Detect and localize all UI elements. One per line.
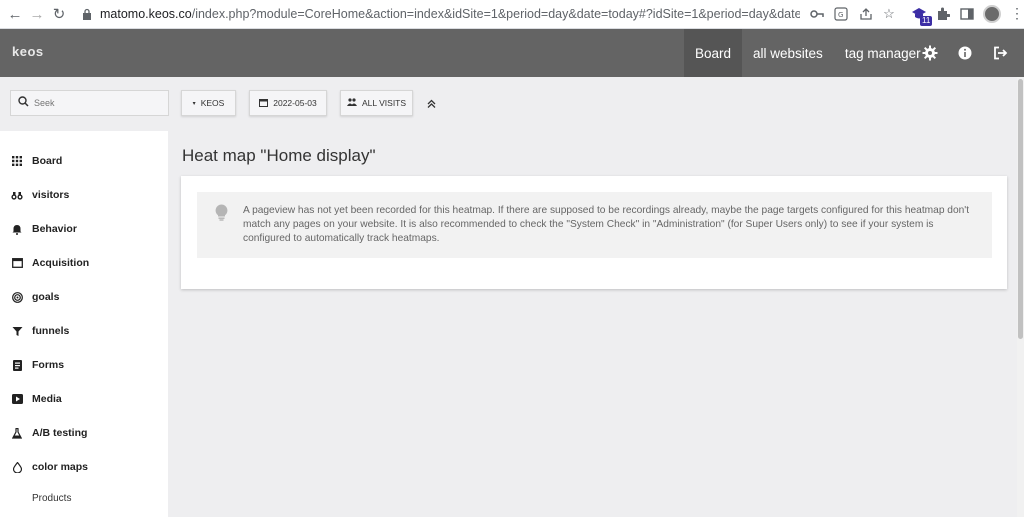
sidebar-item-board[interactable]: Board <box>10 151 62 171</box>
svg-text:G: G <box>838 11 843 19</box>
sidebar-item-label: A/B testing <box>32 427 88 439</box>
sidebar-item-funnels[interactable]: funnels <box>10 321 69 341</box>
caret-down-icon: ▾ <box>192 100 196 107</box>
sidebar-item-label: visitors <box>32 189 70 201</box>
page-title: Heat map "Home display" <box>182 146 376 165</box>
search-input[interactable] <box>34 98 154 108</box>
media-icon <box>10 392 24 406</box>
nav-tag-manager[interactable]: tag manager <box>834 29 932 77</box>
extension-badge: 11 <box>920 16 933 26</box>
sidebar-item-label: funnels <box>32 325 70 337</box>
share-icon[interactable] <box>856 4 876 24</box>
sidebar-item-label: Board <box>32 155 63 167</box>
search-icon <box>18 94 29 112</box>
bookmark-star-icon[interactable]: ☆ <box>879 4 899 24</box>
page-scrollbar[interactable] <box>1017 77 1024 517</box>
top-navigation: Board all websites tag manager <box>684 29 932 77</box>
extensions-puzzle-icon[interactable] <box>933 4 953 24</box>
reload-icon[interactable]: ↻ <box>48 3 70 25</box>
sidebar-item-label: Forms <box>32 359 65 371</box>
logout-icon[interactable] <box>989 42 1011 64</box>
url-path: /index.php?module=CoreHome&action=index&… <box>191 7 800 21</box>
settings-gear-icon[interactable] <box>919 42 941 64</box>
segment-selector-label: ALL VISITS <box>361 98 407 108</box>
sidebar-item-acquisition[interactable]: Acquisition <box>10 253 89 273</box>
browser-window-icon <box>10 256 24 270</box>
sidebar-item-forms[interactable]: Forms <box>10 355 64 375</box>
info-icon[interactable] <box>954 42 976 64</box>
sidebar-item-behavior[interactable]: Behavior <box>10 219 77 239</box>
browser-toolbar: ← → ↻ matomo.keos.co/index.php?module=Co… <box>0 0 1024 29</box>
forward-arrow-icon[interactable]: → <box>26 3 48 25</box>
info-notice: A pageview has not yet been recorded for… <box>197 192 992 258</box>
url-host: matomo.keos.co <box>100 7 192 21</box>
sidebar-item-ab-testing[interactable]: A/B testing <box>10 423 87 443</box>
calendar-icon <box>259 98 269 109</box>
form-icon <box>10 358 24 372</box>
collapse-up-icon[interactable] <box>424 96 438 110</box>
sidebar-item-label: Media <box>32 393 62 405</box>
lock-icon[interactable] <box>82 7 94 21</box>
date-selector[interactable]: 2022-05-03 <box>249 90 327 116</box>
sidebar-item-goals[interactable]: goals <box>10 287 59 307</box>
sidebar-item-color-maps[interactable]: color maps <box>10 457 88 477</box>
lightbulb-icon <box>215 204 229 222</box>
notice-message: A pageview has not yet been recorded for… <box>243 205 970 244</box>
sidebar-menu: Board visitors Behavior Acquisition goal… <box>0 131 168 517</box>
address-bar[interactable]: matomo.keos.co/index.php?module=CoreHome… <box>100 7 800 21</box>
back-arrow-icon[interactable]: ← <box>4 3 26 25</box>
nav-board[interactable]: Board <box>684 29 743 77</box>
sidebar-item-label: goals <box>32 291 60 303</box>
sidebar-item-label: color maps <box>32 461 89 473</box>
search-box[interactable] <box>10 90 169 116</box>
drop-icon <box>10 460 24 474</box>
segment-selector[interactable]: ALL VISITS <box>340 90 413 116</box>
sidebar-item-label: Acquisition <box>32 257 90 269</box>
users-icon <box>346 98 357 108</box>
app-logo[interactable]: keos <box>12 44 44 59</box>
flask-icon <box>10 426 24 440</box>
translate-icon[interactable]: G <box>831 4 851 24</box>
key-icon[interactable] <box>807 4 827 24</box>
date-selector-label: 2022-05-03 <box>273 98 317 108</box>
profile-avatar[interactable] <box>983 5 1001 23</box>
sidebar-subitem-products[interactable]: Products <box>32 493 71 504</box>
bell-icon <box>10 222 24 236</box>
scrollbar-thumb[interactable] <box>1018 79 1023 339</box>
app-header: keos Board all websites tag manager <box>0 29 1024 77</box>
side-panel-icon[interactable] <box>957 4 977 24</box>
site-selector-label: KEOS <box>200 98 225 108</box>
sidebar-item-media[interactable]: Media <box>10 389 62 409</box>
heatmap-card: A pageview has not yet been recorded for… <box>181 176 1007 289</box>
site-selector[interactable]: ▾ KEOS <box>181 90 236 116</box>
binoculars-icon <box>10 188 24 202</box>
sidebar-item-visitors[interactable]: visitors <box>10 185 69 205</box>
sidebar-item-label: Behavior <box>32 223 77 235</box>
funnel-icon <box>10 324 24 338</box>
more-menu-icon[interactable]: ⋮ <box>1010 5 1024 22</box>
nav-all-websites[interactable]: all websites <box>742 29 834 77</box>
target-icon <box>10 290 24 304</box>
grid-icon <box>10 154 24 168</box>
